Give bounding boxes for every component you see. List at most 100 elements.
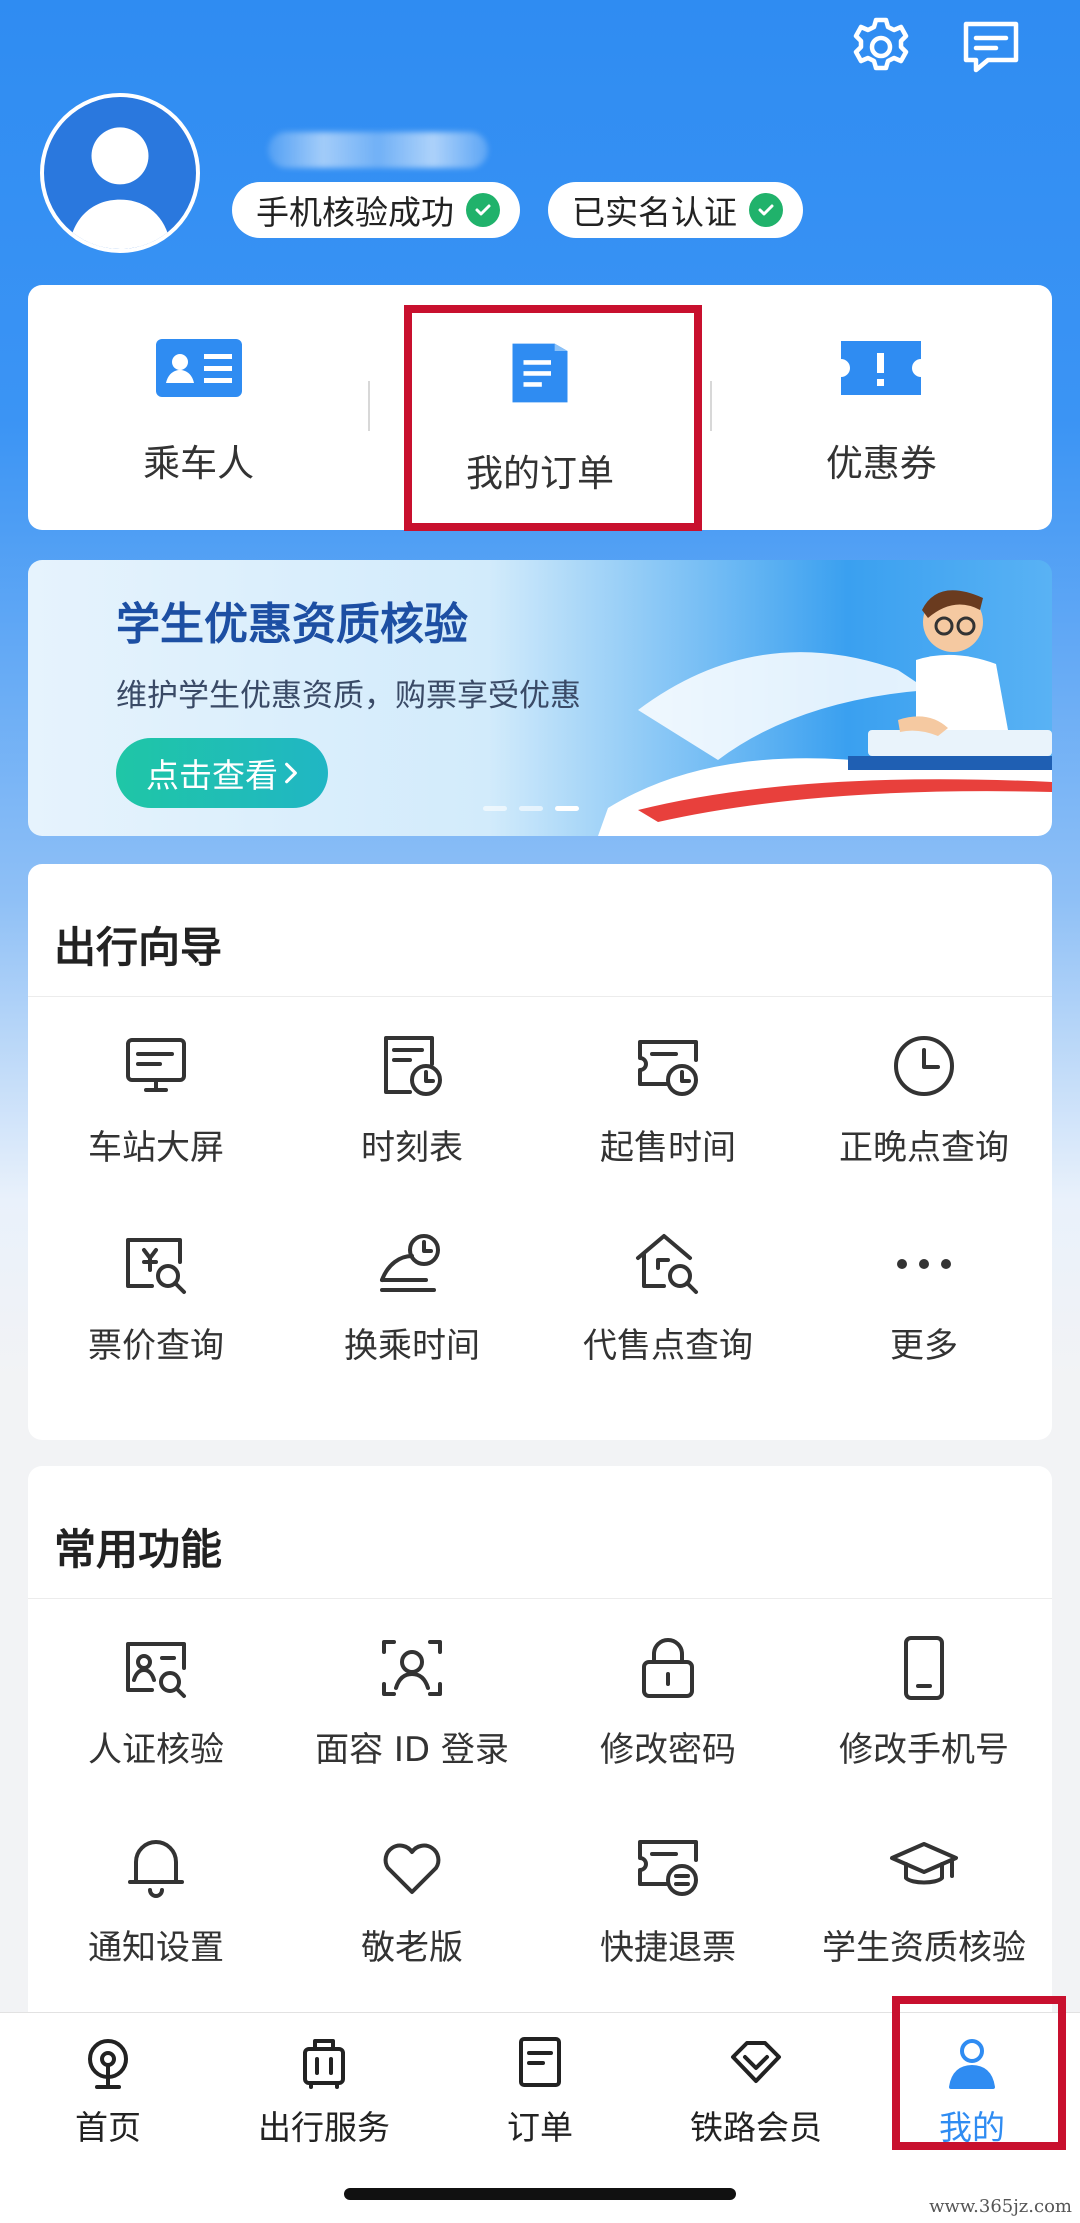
section-title: 常用功能: [54, 1525, 223, 1574]
common-functions-grid: 人证核验 面容 ID 登录 修改密码 修改手机号 通知设置 敬老版 快捷退票 学…: [28, 1604, 1052, 2000]
divider: [28, 1598, 1052, 1599]
diamond-icon: [731, 2041, 781, 2083]
more-dots-icon: [897, 1259, 951, 1269]
order-list-icon: [519, 2037, 561, 2087]
house-search-icon: [636, 1234, 698, 1294]
item-label: 起售时间: [600, 1128, 736, 1168]
phone-icon: [904, 1636, 944, 1700]
train-illustration: [598, 590, 1052, 836]
carousel-dot: [519, 806, 543, 811]
item-label: 车站大屏: [88, 1128, 224, 1168]
lock-icon: [642, 1638, 694, 1698]
badge-label: 手机核验成功: [256, 193, 454, 232]
message-icon[interactable]: [958, 14, 1024, 80]
avatar[interactable]: [40, 93, 200, 253]
ticket-refund-icon: [638, 1840, 698, 1896]
change-password-item[interactable]: 修改密码: [540, 1604, 796, 1802]
face-id-login-item[interactable]: 面容 ID 登录: [284, 1604, 540, 1802]
coupons-button[interactable]: 优惠券: [711, 285, 1052, 530]
gear-icon[interactable]: [848, 14, 914, 80]
id-card-icon: [154, 337, 244, 403]
my-orders-label: 我的订单: [465, 452, 614, 495]
home-train-icon: [88, 2039, 128, 2089]
id-search-icon: [126, 1642, 186, 1698]
timetable-item[interactable]: 时刻表: [284, 1002, 540, 1200]
luggage-icon: [303, 2039, 345, 2089]
graduation-cap-icon: [890, 1842, 958, 1885]
agency-query-item[interactable]: 代售点查询: [540, 1200, 796, 1398]
banner-subtitle: 维护学生优惠资质，购票享受优惠: [116, 678, 581, 714]
student-verification-banner[interactable]: 学生优惠资质核验 维护学生优惠资质，购票享受优惠 点击查看: [28, 560, 1052, 836]
elderly-mode-item[interactable]: 敬老版: [284, 1802, 540, 2000]
item-label: 换乘时间: [344, 1326, 480, 1366]
fare-search-icon: [126, 1238, 186, 1294]
coupon-icon: [839, 337, 923, 403]
chevron-right-icon: [284, 754, 298, 793]
travel-guide-grid: 车站大屏 时刻表 起售时间 正晚点查询 票价查询 换乘时间 代售点查询 更多: [28, 1002, 1052, 1398]
tab-label: 铁路会员: [690, 2108, 822, 2147]
item-label: 面容 ID 登录: [315, 1730, 509, 1770]
item-label: 通知设置: [88, 1928, 224, 1968]
monitor-icon: [126, 1038, 186, 1092]
station-screen-item[interactable]: 车站大屏: [28, 1002, 284, 1200]
view-details-button[interactable]: 点击查看: [116, 738, 328, 808]
fare-query-item[interactable]: 票价查询: [28, 1200, 284, 1398]
common-functions-card: 常用功能 人证核验 面容 ID 登录 修改密码 修改手机号 通知设置 敬老版 快…: [28, 1466, 1052, 2026]
passengers-label: 乘车人: [143, 442, 255, 485]
train-clock-icon: [380, 1234, 440, 1292]
heart-icon: [383, 1843, 441, 1894]
order-icon: [507, 337, 573, 413]
my-orders-button[interactable]: 我的订单: [369, 285, 710, 530]
check-icon: [466, 193, 500, 227]
tab-label: 首页: [75, 2108, 141, 2147]
bell-icon: [128, 1840, 184, 1898]
item-label: 更多: [890, 1326, 958, 1366]
divider: [28, 996, 1052, 997]
item-label: 修改密码: [600, 1730, 736, 1770]
banner-title: 学生优惠资质核验: [116, 599, 468, 650]
more-item[interactable]: 更多: [796, 1200, 1052, 1398]
travel-guide-card: 出行向导 车站大屏 时刻表 起售时间 正晚点查询 票价查询 换乘时间 代售点查询…: [28, 864, 1052, 1440]
carousel-indicator: [483, 806, 579, 811]
item-label: 快捷退票: [600, 1928, 736, 1968]
carousel-dot: [483, 806, 507, 811]
id-verification-item[interactable]: 人证核验: [28, 1604, 284, 1802]
real-name-verified-badge: 已实名认证: [548, 182, 803, 238]
item-label: 时刻表: [361, 1128, 463, 1168]
item-label: 正晚点查询: [839, 1128, 1009, 1168]
tab-label: 出行服务: [258, 2108, 390, 2147]
watermark: www.365jz.com: [929, 2196, 1072, 2217]
passengers-button[interactable]: 乘车人: [28, 285, 369, 530]
item-label: 票价查询: [88, 1326, 224, 1366]
home-indicator: [344, 2188, 736, 2200]
section-title: 出行向导: [54, 923, 223, 972]
view-details-label: 点击查看: [146, 756, 278, 795]
ticket-clock-icon: [638, 1040, 698, 1096]
delay-query-item[interactable]: 正晚点查询: [796, 1002, 1052, 1200]
item-label: 敬老版: [361, 1928, 463, 1968]
tab-mine[interactable]: 我的: [864, 2013, 1080, 2223]
item-label: 学生资质核验: [822, 1928, 1026, 1968]
username-blurred: [268, 132, 488, 168]
carousel-dot-active: [555, 806, 579, 811]
user-icon: [949, 2039, 995, 2089]
sale-time-item[interactable]: 起售时间: [540, 1002, 796, 1200]
transfer-time-item[interactable]: 换乘时间: [284, 1200, 540, 1398]
quick-actions-card: 乘车人 我的订单 优惠券: [28, 285, 1052, 530]
tab-label: 我的: [939, 2108, 1005, 2147]
phone-verified-badge: 手机核验成功: [232, 182, 520, 238]
check-icon: [749, 193, 783, 227]
face-id-icon: [382, 1640, 442, 1696]
timetable-icon: [384, 1036, 442, 1096]
tab-home[interactable]: 首页: [0, 2013, 216, 2223]
student-verification-item[interactable]: 学生资质核验: [796, 1802, 1052, 2000]
item-label: 修改手机号: [839, 1730, 1009, 1770]
item-label: 人证核验: [88, 1730, 224, 1770]
clock-icon: [894, 1036, 954, 1096]
tab-label: 订单: [507, 2108, 573, 2147]
coupons-label: 优惠券: [825, 442, 937, 485]
quick-refund-item[interactable]: 快捷退票: [540, 1802, 796, 2000]
change-phone-item[interactable]: 修改手机号: [796, 1604, 1052, 1802]
item-label: 代售点查询: [583, 1326, 753, 1366]
notification-settings-item[interactable]: 通知设置: [28, 1802, 284, 2000]
